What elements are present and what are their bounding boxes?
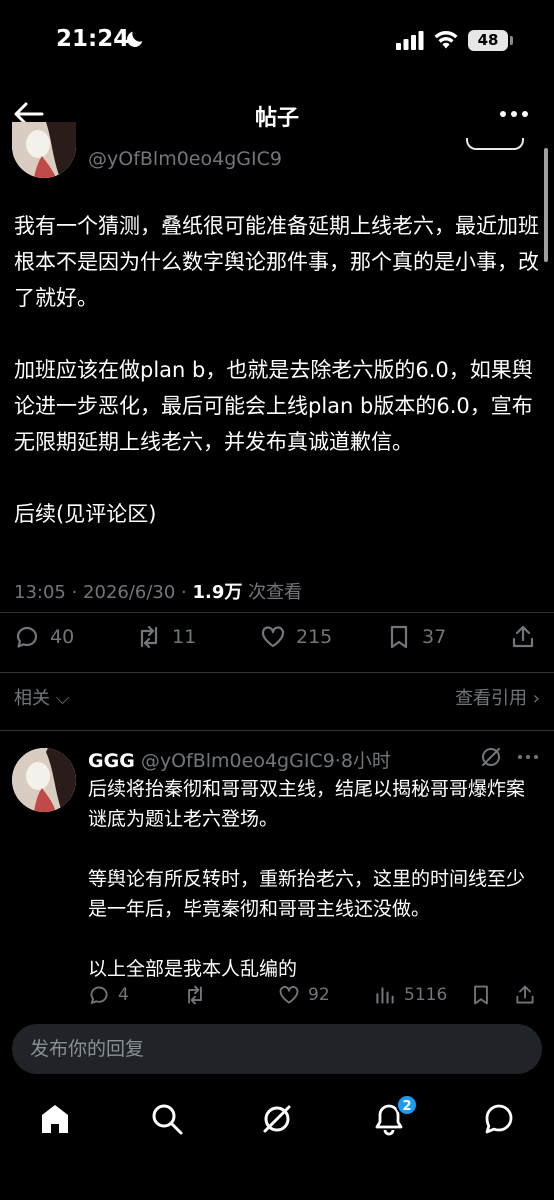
reply-icon [16,626,38,648]
repost-button[interactable]: 11 [136,624,196,650]
status-time: 21:24 [56,26,130,52]
post-view-count: 1.9万 [192,582,243,603]
like-icon [261,626,285,648]
bookmark-icon [474,985,488,1005]
view-quotes-label: 查看引用 [455,688,528,709]
like-button[interactable]: 92 [278,984,330,1006]
bookmark-icon [390,625,408,649]
chevron-down-icon: ⌵ [55,688,70,709]
page-title: 帖子 [254,106,299,131]
reply-paragraph: 以上全部是我本人乱编的 [88,958,298,980]
scrollbar-thumb[interactable] [544,148,548,262]
reply-body: 后续将抬秦彻和哥哥双主线，结尾以揭秘哥哥爆炸案谜底为题让老六登场。 等舆论有所反… [88,774,543,984]
battery-cap [510,36,513,45]
reply-icon [90,986,108,1004]
related-dropdown[interactable]: 相关 ⌵ [14,684,69,710]
reply-action-row: 4 92 5116 [0,984,554,1014]
divider [0,672,554,673]
search-icon[interactable] [150,1102,184,1136]
nav-header: 帖子 [0,84,554,144]
avatar-image [12,122,76,178]
post-meta: 13:05 · 2026/6/30 · 1.9万 次查看 [14,578,302,604]
more-icon[interactable] [496,102,532,126]
like-button[interactable]: 215 [260,624,332,650]
reply-button[interactable]: 4 [88,984,129,1006]
compose-reply-bar [0,1014,554,1084]
bookmark-button[interactable] [470,984,492,1006]
share-icon [512,625,534,648]
like-icon [279,986,299,1004]
repost-icon [140,625,158,649]
reply-button[interactable]: 40 [14,624,74,650]
reply-author-name[interactable]: GGG [88,750,135,772]
reply-time: 8小时 [340,750,391,772]
views-button[interactable]: 5116 [374,984,447,1006]
post-view-label: 次查看 [242,582,303,603]
follow-button[interactable] [466,138,524,150]
post-body: 我有一个猜测，叠纸很可能准备延期上线老六，最近加班根本不是因为什么数字舆论那件事… [14,208,544,532]
post-paragraph: 加班应该在做plan b，也就是去除老六版的6.0，如果舆论进一步恶化，最后可能… [14,358,533,454]
view-count: 5116 [404,985,448,1005]
notifications-badge: 2 [396,1094,418,1116]
bookmark-count: 37 [422,626,447,648]
divider [0,730,554,731]
share-icon [516,985,534,1004]
post-author-row: @yOfBlm0eo4gGIC9 [0,122,554,180]
battery-indicator: 48 [468,30,508,51]
reply-input[interactable] [12,1024,542,1074]
moon-icon [127,31,143,47]
author-handle[interactable]: @yOfBlm0eo4gGIC9 [88,148,282,170]
grok-icon[interactable] [260,1102,294,1136]
avatar[interactable] [12,748,76,812]
related-label: 相关 [14,688,50,709]
chevron-right-icon: › [532,688,540,709]
bookmark-button[interactable]: 37 [386,624,446,650]
reply-count: 4 [118,985,129,1005]
share-button[interactable] [514,984,536,1006]
share-button[interactable] [510,624,536,650]
repost-button[interactable] [184,984,206,1006]
avatar-image [12,748,76,812]
repost-icon [188,985,202,1005]
avatar[interactable] [12,122,76,178]
reply-item[interactable]: GGG @yOfBlm0eo4gGIC9·8小时 后续将抬秦彻和哥哥双主线，结尾… [0,732,554,1014]
reply-count: 40 [50,626,75,648]
grok-icon[interactable] [480,746,502,768]
wifi-icon [434,30,458,49]
messages-icon[interactable] [482,1102,516,1136]
like-count: 92 [308,985,330,1005]
related-row: 相关 ⌵ 查看引用 › [0,684,554,714]
post-action-row: 40 11 215 37 [0,620,554,660]
views-icon [376,987,394,1004]
reply-header: GGG @yOfBlm0eo4gGIC9·8小时 [88,746,391,773]
post-paragraph: 后续(见评论区) [14,502,157,526]
like-count: 215 [296,626,333,648]
view-quotes-link[interactable]: 查看引用 › [455,684,540,710]
divider [0,612,554,613]
reply-paragraph: 后续将抬秦彻和哥哥双主线，结尾以揭秘哥哥爆炸案谜底为题让老六登场。 [88,778,526,830]
signal-icon [396,31,424,50]
home-icon[interactable] [38,1102,72,1136]
reply-author-handle[interactable]: @yOfBlm0eo4gGIC9 [141,750,335,772]
post-timestamp: 13:05 · 2026/6/30 · [14,582,193,603]
bottom-tab-bar: 2 [0,1084,554,1200]
reply-paragraph: 等舆论有所反转时，重新抬老六，这里的时间线至少是一年后，毕竟秦彻和哥哥主线还没做… [88,868,526,920]
repost-count: 11 [172,626,197,648]
post-paragraph: 我有一个猜测，叠纸很可能准备延期上线老六，最近加班根本不是因为什么数字舆论那件事… [14,214,539,310]
status-bar: 21:24 48 [0,0,554,84]
more-icon[interactable] [516,748,540,766]
